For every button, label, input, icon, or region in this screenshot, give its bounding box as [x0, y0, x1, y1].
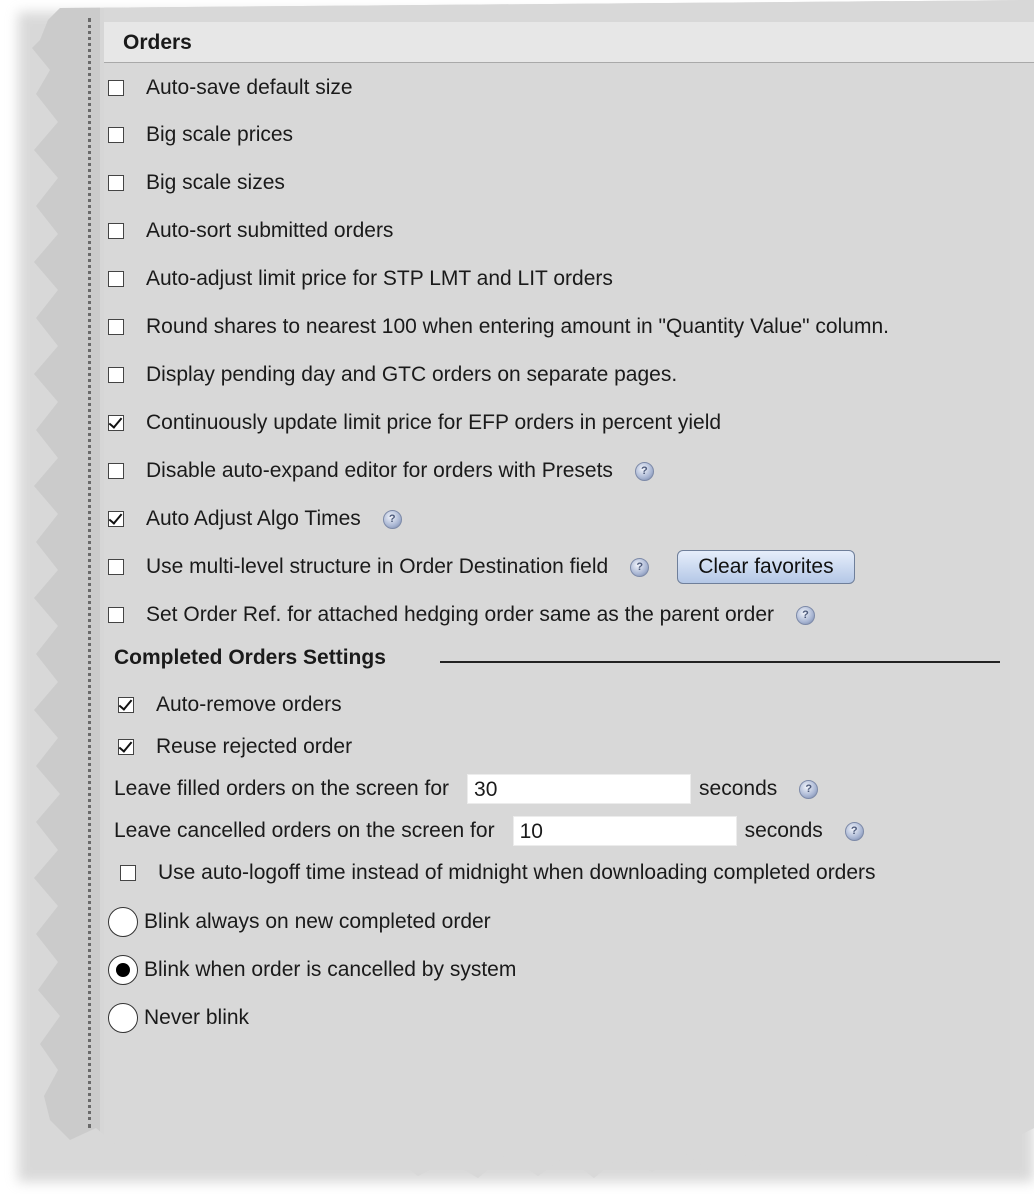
section-divider	[440, 661, 1000, 663]
option-row: Continuously update limit price for EFP …	[108, 408, 721, 438]
clear-favorites-button[interactable]: Clear favorites	[677, 550, 855, 584]
option-label: Auto-adjust limit price for STP LMT and …	[146, 267, 613, 290]
blink-radio[interactable]	[108, 1003, 138, 1033]
dotted-divider	[88, 18, 91, 1128]
blink-radio[interactable]	[108, 955, 138, 985]
option-row: Auto-save default size	[108, 73, 353, 103]
radio-row: Blink always on new completed order	[108, 907, 491, 937]
option-checkbox[interactable]	[108, 271, 124, 287]
option-row: Use auto-logoff time instead of midnight…	[120, 858, 876, 888]
option-label: Display pending day and GTC orders on se…	[146, 363, 678, 386]
option-row: Use multi-level structure in Order Desti…	[108, 550, 855, 584]
option-checkbox[interactable]	[108, 415, 124, 431]
help-icon[interactable]: ?	[844, 821, 864, 841]
option-row: Reuse rejected order	[118, 732, 352, 762]
option-row: Auto-remove orders	[118, 690, 342, 720]
filled-duration-label: Leave filled orders on the screen for	[114, 777, 450, 800]
option-label: Use auto-logoff time instead of midnight…	[158, 861, 876, 884]
option-checkbox[interactable]	[118, 697, 134, 713]
option-label: Auto-remove orders	[156, 693, 342, 716]
option-checkbox[interactable]	[108, 367, 124, 383]
option-checkbox[interactable]	[108, 559, 124, 575]
option-label: Big scale sizes	[146, 171, 285, 194]
option-row: Auto-sort submitted orders	[108, 216, 393, 246]
seconds-label: seconds	[699, 777, 778, 800]
option-row: Auto-adjust limit price for STP LMT and …	[108, 264, 613, 294]
help-icon[interactable]: ?	[796, 605, 816, 625]
option-label: Reuse rejected order	[156, 735, 353, 758]
radio-label: Never blink	[144, 1006, 250, 1029]
option-label: Set Order Ref. for attached hedging orde…	[146, 603, 775, 626]
option-row: Auto Adjust Algo Times ?	[108, 504, 402, 534]
option-checkbox[interactable]	[108, 463, 124, 479]
option-label: Use multi-level structure in Order Desti…	[146, 555, 609, 578]
blink-radio[interactable]	[108, 907, 138, 937]
option-label: Continuously update limit price for EFP …	[146, 411, 722, 434]
option-checkbox[interactable]	[108, 511, 124, 527]
option-row: Round shares to nearest 100 when enterin…	[108, 312, 889, 342]
option-row: Set Order Ref. for attached hedging orde…	[108, 600, 816, 630]
option-label: Disable auto-expand editor for orders wi…	[146, 459, 613, 482]
option-row: Disable auto-expand editor for orders wi…	[108, 456, 654, 486]
option-label: Big scale prices	[146, 123, 294, 146]
section-header: Orders	[104, 22, 1034, 63]
option-checkbox[interactable]	[120, 865, 136, 881]
radio-label: Blink always on new completed order	[144, 910, 491, 933]
option-label: Auto-save default size	[146, 76, 353, 99]
radio-label: Blink when order is cancelled by system	[144, 958, 517, 981]
option-checkbox[interactable]	[108, 127, 124, 143]
option-checkbox[interactable]	[108, 80, 124, 96]
cancelled-duration-input[interactable]: 10	[512, 816, 737, 846]
torn-paper: Orders Auto-save default size Big scale …	[32, 0, 1034, 1178]
option-row: Big scale sizes	[108, 168, 285, 198]
filled-duration-row: Leave filled orders on the screen for 30…	[114, 774, 819, 804]
help-icon[interactable]: ?	[630, 557, 650, 577]
seconds-label: seconds	[744, 819, 823, 842]
cancelled-duration-label: Leave cancelled orders on the screen for	[114, 819, 495, 842]
option-label: Auto-sort submitted orders	[146, 219, 394, 242]
option-row: Display pending day and GTC orders on se…	[108, 360, 677, 390]
help-icon[interactable]: ?	[799, 779, 819, 799]
radio-row: Blink when order is cancelled by system	[108, 955, 516, 985]
option-checkbox[interactable]	[118, 739, 134, 755]
option-label: Auto Adjust Algo Times	[146, 507, 361, 530]
filled-duration-input[interactable]: 30	[467, 774, 692, 804]
option-label: Round shares to nearest 100 when enterin…	[146, 315, 889, 338]
radio-row: Never blink	[108, 1003, 249, 1033]
completed-orders-heading: Completed Orders Settings	[114, 646, 386, 669]
cancelled-duration-row: Leave cancelled orders on the screen for…	[114, 816, 864, 846]
help-icon[interactable]: ?	[634, 461, 654, 481]
option-checkbox[interactable]	[108, 607, 124, 623]
option-checkbox[interactable]	[108, 319, 124, 335]
help-icon[interactable]: ?	[382, 509, 402, 529]
option-checkbox[interactable]	[108, 223, 124, 239]
page-title: Orders	[123, 31, 192, 54]
option-row: Big scale prices	[108, 120, 293, 150]
option-checkbox[interactable]	[108, 175, 124, 191]
